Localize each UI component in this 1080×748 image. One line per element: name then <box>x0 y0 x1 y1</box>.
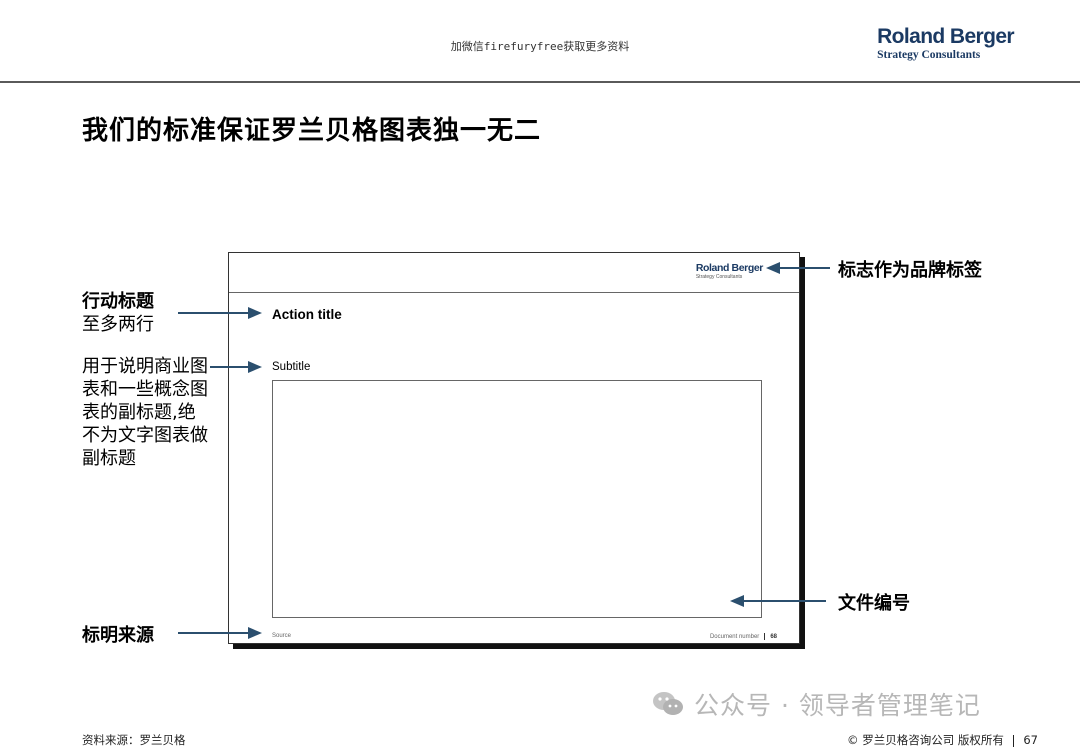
watermark: 公众号 · 领导者管理笔记 <box>652 686 981 725</box>
copyright-text: © 罗兰贝格咨询公司 版权所有 <box>847 733 1004 747</box>
footer-copyright: © 罗兰贝格咨询公司 版权所有 67 <box>847 732 1038 748</box>
arrow-action-icon <box>178 307 262 319</box>
watermark-text: 公众号 · 领导者管理笔记 <box>694 691 981 720</box>
page-number: 67 <box>1023 733 1038 747</box>
arrow-subtitle-icon <box>210 361 262 373</box>
wechat-icon <box>652 689 684 725</box>
arrow-logo-icon <box>766 262 830 274</box>
arrow-source-icon <box>178 627 262 639</box>
separator <box>1012 734 1015 747</box>
callout-arrows <box>178 262 830 639</box>
footer-source: 资料来源：罗兰贝格 <box>82 733 186 747</box>
arrow-document-number-icon <box>730 595 826 607</box>
